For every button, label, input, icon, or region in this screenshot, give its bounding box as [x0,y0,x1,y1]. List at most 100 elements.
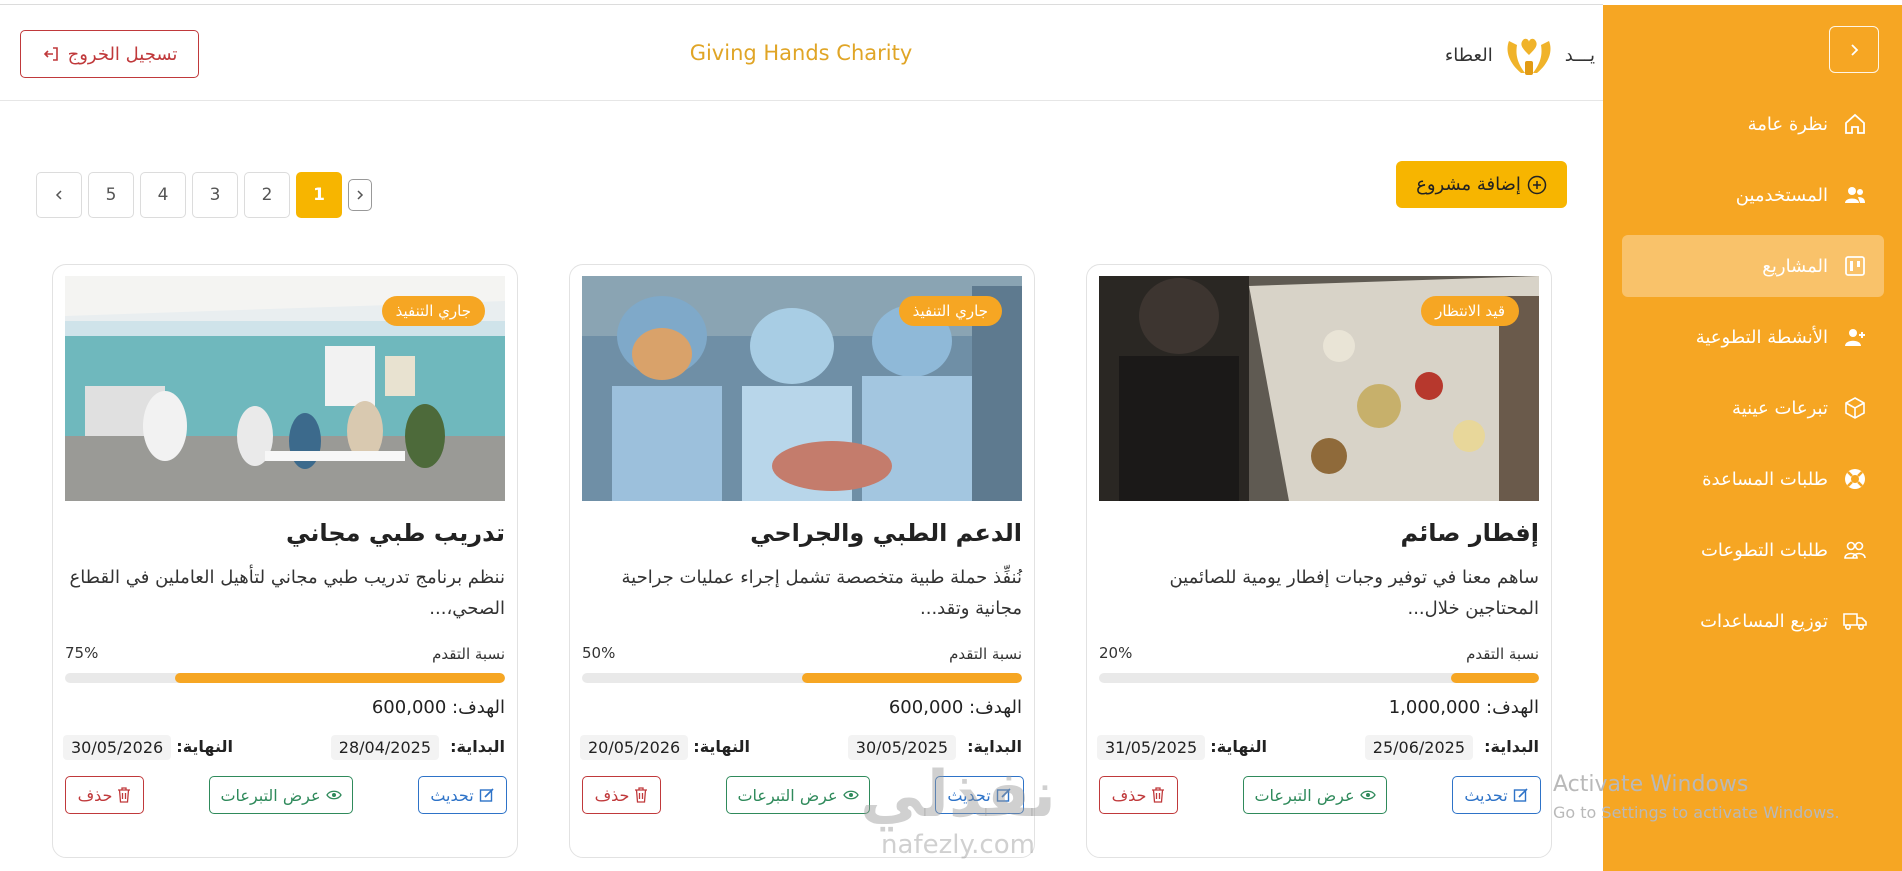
sidebar-toggle-button[interactable] [1829,26,1879,73]
sidebar-item-label: طلبات التطوعات [1700,539,1828,561]
card-actions: تحديث عرض التبرعات حذف [1099,776,1541,814]
home-icon [1842,111,1868,137]
goal-value: 600,000 [371,697,447,718]
people-icon [1842,537,1868,563]
goal-row: الهدف: 600,000 [372,697,505,718]
box-icon [1842,395,1868,421]
goal-row: الهدف: 1,000,000 [1389,697,1539,718]
site-title: Giving Hands Charity [689,41,913,65]
brand-watermark: نفذلي nafezly.com [848,760,1068,868]
project-card: جاري التنفيذ تدريب طبي مجاني ننظم برنامج… [52,264,518,858]
project-title: تدريب طبي مجاني [286,519,505,547]
progress-percent: 75% [65,644,99,662]
sidebar-item-in-kind-donations[interactable]: تبرعات عينية [1622,377,1884,439]
sidebar-item-label: طلبات المساعدة [1702,468,1828,490]
page-3-button[interactable]: 3 [192,172,238,218]
update-button[interactable]: تحديث [418,776,507,814]
truck-icon [1842,608,1868,634]
chevron-right-icon [357,190,364,200]
pagination: 5 4 3 2 1 [36,172,372,218]
sidebar-item-label: تبرعات عينية [1732,397,1828,419]
add-project-button[interactable]: إضافة مشروع [1396,161,1567,208]
delete-button[interactable]: حذف [582,776,661,814]
sidebar-item-aid-distribution[interactable]: توزيع المساعدات [1622,590,1884,652]
end-date: 20/05/2026 [580,735,689,760]
view-donations-label: عرض التبرعات [737,785,838,805]
chevron-left-icon [55,190,62,200]
goal-label: الهدف: [452,697,505,718]
progress-fill [1451,673,1539,683]
progress-bar [582,673,1022,683]
goal-value: 600,000 [888,697,964,718]
view-donations-label: عرض التبرعات [220,785,321,805]
start-date: 25/06/2025 [1364,735,1473,760]
brand-logo: العطاء يـــد [1395,27,1595,83]
sidebar: نظرة عامة المستخدمين المشاريع الأنشطة ال… [1603,5,1902,871]
trash-icon [118,787,131,803]
goal-value: 1,000,000 [1388,697,1481,718]
progress-label: نسبة التقدم [1466,645,1539,663]
delete-button[interactable]: حذف [65,776,144,814]
dates-row: البداية: 25/06/2025 النهاية: 31/05/2025 [1097,735,1539,763]
logout-icon [43,47,58,61]
sidebar-item-volunteer-requests[interactable]: طلبات التطوعات [1622,519,1884,581]
status-badge: جاري التنفيذ [898,296,1002,326]
pagination-next-button[interactable] [36,172,82,218]
hands-heart-icon [1507,38,1551,75]
delete-button[interactable]: حذف [1099,776,1178,814]
end-label: النهاية: [693,737,750,756]
start-label: البداية: [450,737,505,756]
user-plus-icon [1842,324,1868,350]
start-date: 28/04/2025 [330,735,439,760]
logout-button[interactable]: تسجيل الخروج [20,30,199,78]
progress-bar [1099,673,1539,683]
page-5-button[interactable]: 5 [88,172,134,218]
watermark-brand-ar: نفذلي [860,758,1056,832]
view-donations-button[interactable]: عرض التبرعات [209,776,353,814]
progress-fill [802,673,1022,683]
plus-circle-icon [1527,175,1547,194]
end-date: 30/05/2026 [63,735,172,760]
status-badge: قيد الانتظار [1421,296,1519,326]
sidebar-item-label: توزيع المساعدات [1700,610,1828,632]
goal-label: الهدف: [1486,697,1539,718]
update-button[interactable]: تحديث [1452,776,1541,814]
update-label: تحديث [430,785,474,805]
end-date: 31/05/2025 [1097,735,1206,760]
sidebar-item-label: نظرة عامة [1747,113,1828,135]
eye-icon [1359,790,1376,800]
project-card: قيد الانتظار إفطار صائم ساهم معنا في توف… [1086,264,1552,858]
logo-word-left: العطاء [1444,44,1493,66]
logo-word-right: يـــد [1564,44,1595,66]
project-image: جاري التنفيذ [65,276,505,501]
sidebar-item-projects[interactable]: المشاريع [1622,235,1884,297]
project-description: ننظم برنامج تدريب طبي مجاني لتأهيل العام… [69,567,505,619]
page-4-button[interactable]: 4 [140,172,186,218]
sidebar-item-help-requests[interactable]: طلبات المساعدة [1622,448,1884,510]
progress-label: نسبة التقدم [949,645,1022,663]
sidebar-item-users[interactable]: المستخدمين [1622,164,1884,226]
progress-percent: 20% [1099,644,1133,662]
sidebar-item-label: المستخدمين [1735,184,1828,206]
sidebar-item-volunteer-activities[interactable]: الأنشطة التطوعية [1622,306,1884,368]
page-2-button[interactable]: 2 [244,172,290,218]
start-label: البداية: [967,737,1022,756]
dates-row: البداية: 28/04/2025 النهاية: 30/05/2026 [63,735,505,763]
page-1-button[interactable]: 1 [296,172,342,218]
eye-icon [325,790,342,800]
view-donations-button[interactable]: عرض التبرعات [1243,776,1387,814]
sidebar-item-overview[interactable]: نظرة عامة [1622,93,1884,155]
delete-label: حذف [77,785,113,805]
status-badge: جاري التنفيذ [381,296,485,326]
trash-icon [635,787,648,803]
view-donations-label: عرض التبرعات [1254,785,1355,805]
project-image: قيد الانتظار [1099,276,1539,501]
edit-icon [479,788,494,802]
pagination-prev-button[interactable] [348,179,372,211]
start-date: 30/05/2025 [847,735,956,760]
lifebuoy-icon [1842,466,1868,492]
add-project-label: إضافة مشروع [1416,174,1521,195]
update-label: تحديث [1464,785,1508,805]
start-label: البداية: [1484,737,1539,756]
project-image: جاري التنفيذ [582,276,1022,501]
